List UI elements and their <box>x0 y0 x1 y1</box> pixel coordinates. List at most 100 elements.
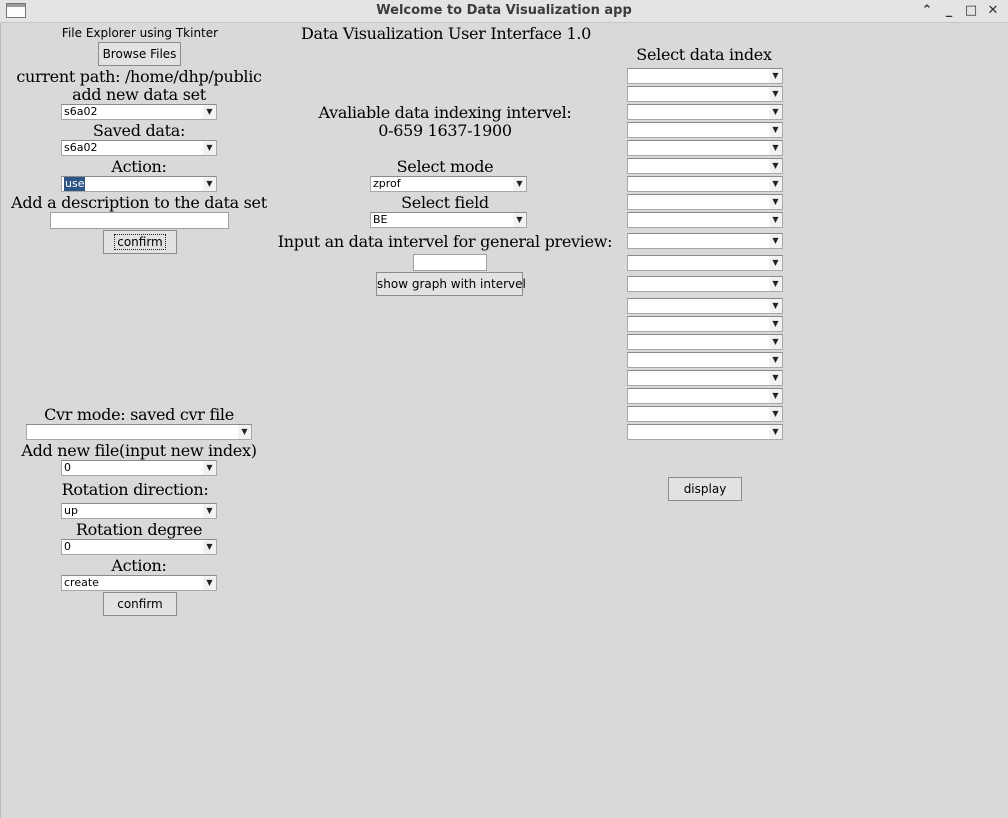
select-field-combobox[interactable]: BE ▼ <box>370 212 527 228</box>
data-index-combobox[interactable]: ▼ <box>627 424 783 440</box>
select-field-label: Select field <box>401 193 489 212</box>
data-index-combobox[interactable]: ▼ <box>627 388 783 404</box>
chevron-down-icon[interactable]: ▼ <box>203 540 216 554</box>
window-titlebar[interactable]: Welcome to Data Visualization app ⌃ _ □ … <box>0 0 1008 23</box>
chevron-down-icon[interactable]: ▼ <box>769 159 782 173</box>
saved-data-combobox[interactable]: s6a02 ▼ <box>61 140 217 156</box>
chevron-down-icon[interactable]: ▼ <box>769 234 782 248</box>
confirm-description-button[interactable]: confirm <box>103 230 177 254</box>
chevron-down-icon[interactable]: ▼ <box>203 461 216 475</box>
chevron-down-icon[interactable]: ▼ <box>238 425 251 439</box>
browse-files-button[interactable]: Browse Files <box>98 42 181 66</box>
chevron-down-icon[interactable]: ▼ <box>769 407 782 421</box>
data-index-combobox[interactable]: ▼ <box>627 316 783 332</box>
data-index-combobox[interactable]: ▼ <box>627 158 783 174</box>
rotation-direction-value: up <box>64 504 78 517</box>
preview-interval-label: Input an data intervel for general previ… <box>277 232 613 251</box>
select-data-index-label: Select data index <box>636 45 772 64</box>
saved-data-value: s6a02 <box>64 141 98 154</box>
display-button-label: display <box>683 482 727 496</box>
available-indexing-value: 0-659 1637-1900 <box>378 121 512 140</box>
current-path-label: current path: /home/dhp/public <box>16 67 262 86</box>
data-index-combobox[interactable]: ▼ <box>627 212 783 228</box>
browse-files-button-label: Browse Files <box>102 47 177 61</box>
data-index-combobox[interactable]: ▼ <box>627 334 783 350</box>
chevron-down-icon[interactable]: ▼ <box>203 105 216 119</box>
window-title: Welcome to Data Visualization app <box>376 3 632 18</box>
data-index-combobox[interactable]: ▼ <box>627 298 783 314</box>
chevron-down-icon[interactable]: ▼ <box>769 277 782 291</box>
preview-interval-input[interactable] <box>413 254 487 271</box>
chevron-down-icon[interactable]: ▼ <box>513 213 526 227</box>
data-index-combobox[interactable]: ▼ <box>627 370 783 386</box>
add-new-data-set-label: add new data set <box>72 85 206 104</box>
rotation-degree-combobox[interactable]: 0 ▼ <box>61 539 217 555</box>
add-new-file-combobox[interactable]: 0 ▼ <box>61 460 217 476</box>
show-graph-button[interactable]: show graph with intervel <box>376 272 526 296</box>
data-index-combobox[interactable]: ▼ <box>627 276 783 292</box>
add-new-data-set-combobox[interactable]: s6a02 ▼ <box>61 104 217 120</box>
chevron-down-icon[interactable]: ▼ <box>769 335 782 349</box>
chevron-down-icon[interactable]: ▼ <box>203 576 216 590</box>
data-index-combobox[interactable]: ▼ <box>627 86 783 102</box>
data-index-combobox[interactable]: ▼ <box>627 406 783 422</box>
description-input[interactable] <box>50 212 229 229</box>
add-new-file-value: 0 <box>64 461 71 474</box>
add-new-file-label: Add new file(input new index) <box>21 441 257 460</box>
cvr-action-combobox[interactable]: create ▼ <box>61 575 217 591</box>
chevron-down-icon[interactable]: ▼ <box>203 141 216 155</box>
chevron-down-icon[interactable]: ▼ <box>769 389 782 403</box>
chevron-down-icon[interactable]: ▼ <box>769 123 782 137</box>
data-index-combobox[interactable]: ▼ <box>627 194 783 210</box>
confirm-cvr-button[interactable]: confirm <box>103 592 177 616</box>
add-new-data-set-value: s6a02 <box>64 105 98 118</box>
select-mode-value: zprof <box>373 177 401 190</box>
data-index-combobox[interactable]: ▼ <box>627 176 783 192</box>
chevron-down-icon[interactable]: ▼ <box>769 177 782 191</box>
cvr-action-label: Action: <box>111 556 167 575</box>
action-label: Action: <box>111 157 167 176</box>
chevron-down-icon[interactable]: ▼ <box>203 177 216 191</box>
chevron-down-icon[interactable]: ▼ <box>769 105 782 119</box>
action-value: use <box>64 177 86 191</box>
data-index-combobox[interactable]: ▼ <box>627 122 783 138</box>
chevron-down-icon[interactable]: ▼ <box>203 504 216 518</box>
rotation-degree-label: Rotation degree <box>75 520 203 539</box>
file-explorer-label: File Explorer using Tkinter <box>61 26 219 40</box>
confirm-cvr-button-label: confirm <box>117 597 163 611</box>
chevron-down-icon[interactable]: ▼ <box>769 195 782 209</box>
chevron-down-icon[interactable]: ▼ <box>769 213 782 227</box>
select-mode-label: Select mode <box>396 157 494 176</box>
chevron-down-icon[interactable]: ▼ <box>769 353 782 367</box>
rotation-direction-label: Rotation direction: <box>61 480 209 499</box>
data-index-combobox[interactable]: ▼ <box>627 68 783 84</box>
select-field-value: BE <box>373 213 388 226</box>
chevron-down-icon[interactable]: ▼ <box>769 371 782 385</box>
chevron-down-icon[interactable]: ▼ <box>769 69 782 83</box>
rotation-direction-combobox[interactable]: up ▼ <box>61 503 217 519</box>
maximize-icon[interactable]: □ <box>962 2 980 20</box>
minimize-icon[interactable]: ⌃ <box>918 2 936 20</box>
data-index-combobox[interactable]: ▼ <box>627 255 783 271</box>
cvr-file-combobox[interactable]: ▼ <box>26 424 252 440</box>
data-index-combobox[interactable]: ▼ <box>627 104 783 120</box>
app-heading: Data Visualization User Interface 1.0 <box>301 24 592 43</box>
select-mode-combobox[interactable]: zprof ▼ <box>370 176 527 192</box>
close-icon[interactable]: ✕ <box>984 2 1002 20</box>
chevron-down-icon[interactable]: ▼ <box>769 141 782 155</box>
available-indexing-label: Avaliable data indexing intervel: <box>318 103 572 122</box>
saved-data-label: Saved data: <box>92 121 186 140</box>
action-combobox[interactable]: use ▼ <box>61 176 217 192</box>
data-index-combobox[interactable]: ▼ <box>627 140 783 156</box>
chevron-down-icon[interactable]: ▼ <box>769 425 782 439</box>
display-button[interactable]: display <box>668 477 742 501</box>
data-index-combobox[interactable]: ▼ <box>627 352 783 368</box>
description-label: Add a description to the data set <box>11 193 267 212</box>
chevron-down-icon[interactable]: ▼ <box>513 177 526 191</box>
chevron-down-icon[interactable]: ▼ <box>769 256 782 270</box>
data-index-combobox[interactable]: ▼ <box>627 233 783 249</box>
restore-down-icon[interactable]: _ <box>940 2 958 20</box>
chevron-down-icon[interactable]: ▼ <box>769 317 782 331</box>
chevron-down-icon[interactable]: ▼ <box>769 299 782 313</box>
chevron-down-icon[interactable]: ▼ <box>769 87 782 101</box>
